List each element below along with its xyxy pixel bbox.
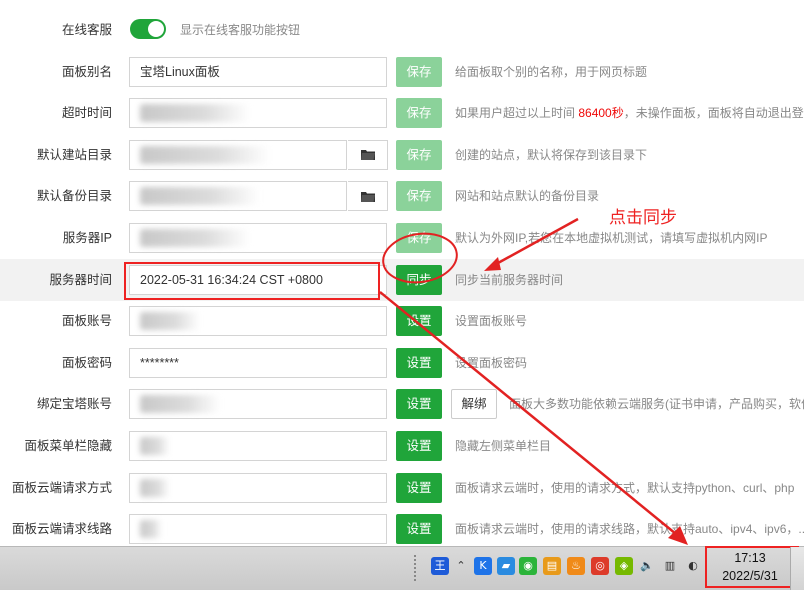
- set-button[interactable]: 设置: [396, 389, 442, 420]
- setting-row: 面板云端请求方式 设置 面板请求云端时，使用的请求方式，默认支持python、cur…: [0, 467, 804, 509]
- setting-row: 默认建站目录 保存 创建的站点，默认将保存到该目录下: [0, 134, 804, 176]
- redacted-value: [140, 104, 250, 123]
- tray-app-icon[interactable]: ▰: [497, 557, 515, 575]
- baota-icon[interactable]: 王: [431, 557, 449, 575]
- setting-row: 超时时间 保存 如果用户超过以上时间 86400秒，未操作面板，面板将自动退出登录: [0, 92, 804, 134]
- fire-app-icon[interactable]: ♨: [567, 557, 585, 575]
- redacted-value: [140, 187, 260, 206]
- setting-description: 面板大多数功能依赖云端服务(证书申请，产品购买，软件...: [509, 397, 804, 412]
- show-desktop-button[interactable]: [790, 547, 804, 590]
- unbind-button[interactable]: 解绑: [451, 389, 497, 420]
- folder-icon: [360, 191, 375, 202]
- setting-label: 在线客服: [61, 23, 112, 37]
- redacted-value: [140, 478, 170, 497]
- redacted-value: [140, 395, 220, 414]
- folder-icon: [360, 150, 375, 161]
- redacted-value: [140, 312, 200, 331]
- desc-text: 如果用户超过以上时间: [455, 106, 579, 121]
- chrome-icon[interactable]: ◎: [591, 557, 609, 575]
- setting-label: 默认备份目录: [36, 189, 112, 204]
- set-button[interactable]: 设置: [396, 306, 442, 337]
- windows-taskbar: 王 ⌃ K ▰ ◉ ▤ ♨ ◎ ◈ 🔈 ▥ ◐ 17:13 2022/5/31: [0, 546, 804, 590]
- setting-label: 面板密码: [61, 355, 112, 370]
- nvidia-icon[interactable]: ◈: [615, 557, 633, 575]
- taskbar-grip: [414, 555, 422, 581]
- toggle-knob: [148, 21, 164, 37]
- setting-label: 面板账号: [61, 314, 112, 329]
- save-button[interactable]: 保存: [396, 181, 442, 212]
- setting-label: 面板云端请求方式: [11, 480, 112, 495]
- setting-input[interactable]: ********: [129, 347, 387, 378]
- save-button[interactable]: 保存: [396, 56, 442, 87]
- setting-description: 网站和站点默认的备份目录: [455, 189, 600, 204]
- timeout-value: 86400秒: [578, 106, 624, 121]
- setting-row: 服务器IP 保存 默认为外网IP,若您在本地虚拟机测试，请填写虚拟机内网IP: [0, 217, 804, 259]
- setting-description: 设置面板密码: [455, 355, 528, 370]
- setting-input[interactable]: [129, 514, 387, 545]
- volume-icon[interactable]: 🔈: [638, 557, 656, 575]
- setting-description: 同步当前服务器时间: [455, 272, 564, 287]
- setting-description: 给面板取个别的名称，用于网页标题: [455, 64, 648, 79]
- setting-label: 超时时间: [61, 106, 112, 121]
- save-button[interactable]: 保存: [396, 139, 442, 170]
- setting-description: 创建的站点，默认将保存到该目录下: [455, 147, 648, 162]
- folder-app-icon[interactable]: ▤: [543, 557, 561, 575]
- redacted-value: [140, 229, 250, 247]
- save-button[interactable]: 保存: [396, 98, 442, 129]
- annotation-box-clock: [705, 546, 799, 588]
- setting-row: 面板密码 ******** 设置 设置面板密码: [0, 342, 804, 384]
- redacted-value: [140, 437, 170, 455]
- sync-time-button[interactable]: 同步: [396, 264, 442, 295]
- save-button[interactable]: 保存: [396, 223, 442, 253]
- setting-label: 面板云端请求线路: [11, 522, 112, 537]
- set-button[interactable]: 设置: [396, 472, 442, 503]
- setting-description: 如果用户超过以上时间 86400秒，未操作面板，面板将自动退出登录: [455, 92, 804, 134]
- setting-description: 面板请求云端时，使用的请求方式，默认支持python、curl、php: [455, 480, 795, 495]
- desc-text: ，未操作面板，面板将自动退出登录: [623, 106, 804, 121]
- setting-row: 面板菜单栏隐藏 设置 隐藏左侧菜单栏目: [0, 425, 804, 467]
- set-button[interactable]: 设置: [396, 347, 442, 378]
- redacted-value: [140, 145, 270, 164]
- setting-label: 面板菜单栏隐藏: [24, 439, 112, 453]
- setting-row: 面板别名 宝塔Linux面板 保存 给面板取个别的名称，用于网页标题: [0, 51, 804, 93]
- setting-label: 服务器IP: [62, 231, 112, 245]
- setting-row: 面板账号 设置 设置面板账号: [0, 300, 804, 342]
- setting-label: 面板别名: [61, 64, 112, 79]
- power-icon[interactable]: ◐: [684, 557, 702, 575]
- setting-input[interactable]: 宝塔Linux面板: [129, 56, 387, 87]
- folder-browse-button[interactable]: [348, 139, 388, 170]
- annotation-label: 点击同步: [609, 208, 677, 228]
- k-app-icon[interactable]: K: [474, 557, 492, 575]
- setting-description: 显示在线客服功能按钮: [180, 23, 301, 37]
- set-button[interactable]: 设置: [396, 514, 442, 545]
- setting-row: 在线客服 显示在线客服功能按钮: [0, 9, 804, 51]
- setting-label: 绑定宝塔账号: [36, 397, 112, 412]
- setting-row: 绑定宝塔账号 设置 解绑 面板大多数功能依赖云端服务(证书申请，产品购买，软件...: [0, 383, 804, 425]
- online-service-toggle[interactable]: [130, 19, 166, 39]
- setting-row: 默认备份目录 保存 网站和站点默认的备份目录: [0, 175, 804, 217]
- redacted-value: [140, 520, 162, 539]
- setting-row: 服务器时间 2022-05-31 16:34:24 CST +0800 同步 同步当前…: [0, 258, 804, 301]
- wechat-icon[interactable]: ◉: [519, 557, 537, 575]
- setting-description: 隐藏左侧菜单栏目: [455, 439, 552, 453]
- annotation-box-server-time: [124, 262, 380, 300]
- set-button[interactable]: 设置: [396, 431, 442, 461]
- expand-tray-icon[interactable]: ⌃: [452, 557, 470, 575]
- folder-browse-button[interactable]: [348, 181, 388, 212]
- setting-row: 面板云端请求线路 设置 面板请求云端时，使用的请求线路，默认支持auto、ipv4、…: [0, 508, 804, 550]
- setting-label: 服务器时间: [49, 272, 112, 287]
- network-icon[interactable]: ▥: [661, 557, 679, 575]
- setting-label: 默认建站目录: [36, 147, 112, 162]
- setting-description: 设置面板账号: [455, 314, 528, 329]
- setting-description: 面板请求云端时，使用的请求线路，默认支持auto、ipv4、ipv6，...: [455, 522, 804, 537]
